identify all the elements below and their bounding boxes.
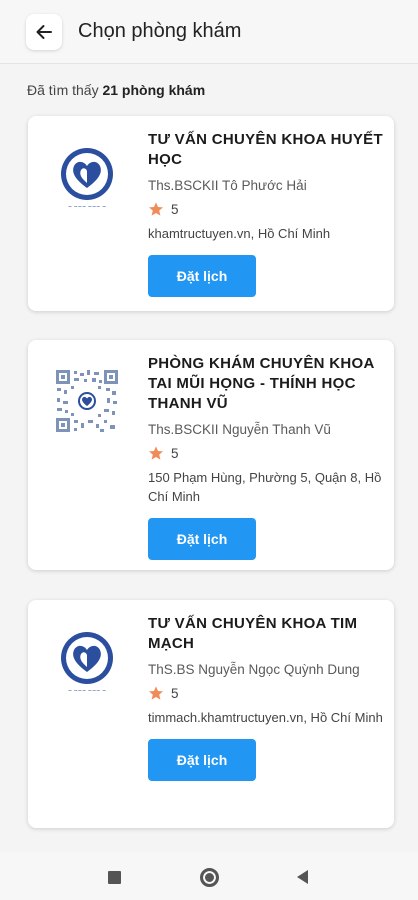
back-icon[interactable]	[297, 870, 308, 884]
clinic-card: ~ ~~~ ~~~ ~ TƯ VẤN CHUYÊN KHOA HUYẾT HỌC…	[28, 116, 394, 311]
page-title: Chọn phòng khám	[78, 20, 242, 42]
results-count-value: 21 phòng khám	[102, 82, 206, 98]
star-icon	[149, 686, 163, 700]
heart-logo-icon: ~ ~~~ ~~~ ~	[61, 148, 113, 210]
doctor-name: ThS.BS Nguyễn Ngọc Quỳnh Dung	[148, 662, 360, 677]
rating-value: 5	[171, 201, 179, 217]
rating: 5	[148, 445, 384, 461]
clinic-address: khamtructuyen.vn, Hồ Chí Minh	[148, 226, 331, 241]
book-button[interactable]: Đặt lịch	[148, 739, 256, 781]
svg-text:~ ~~~ ~~~ ~: ~ ~~~ ~~~ ~	[68, 204, 106, 210]
clinic-name: TƯ VẤN CHUYÊN KHOA TIM MẠCH	[148, 615, 358, 652]
book-button[interactable]: Đặt lịch	[148, 518, 256, 560]
star-icon	[149, 202, 163, 216]
clinic-info: TƯ VẤN CHUYÊN KHOA TIM MẠCH ThS.BS Nguyễ…	[148, 614, 384, 781]
rating-value: 5	[171, 445, 179, 461]
svg-text:~ ~~~ ~~~ ~: ~ ~~~ ~~~ ~	[68, 688, 106, 694]
heart-logo-icon: ~ ~~~ ~~~ ~	[61, 632, 113, 694]
system-nav-bar	[0, 852, 418, 900]
clinic-card: ~ ~~~ ~~~ ~ TƯ VẤN CHUYÊN KHOA TIM MẠCH …	[28, 600, 394, 828]
rating: 5	[148, 685, 384, 701]
book-button[interactable]: Đặt lịch	[148, 255, 256, 297]
doctor-name: Ths.BSCKII Tô Phước Hải	[148, 178, 307, 193]
results-count-prefix: Đã tìm thấy	[27, 82, 103, 98]
rating: 5	[148, 201, 384, 217]
clinic-address: timmach.khamtructuyen.vn, Hồ Chí Minh	[148, 710, 383, 725]
clinic-info: PHÒNG KHÁM CHUYÊN KHOA TAI MŨI HỌNG - TH…	[148, 354, 384, 560]
recent-apps-icon[interactable]	[108, 871, 121, 884]
clinic-name: TƯ VẤN CHUYÊN KHOA HUYẾT HỌC	[148, 131, 383, 168]
clinic-card: PHÒNG KHÁM CHUYÊN KHOA TAI MŨI HỌNG - TH…	[28, 340, 394, 570]
back-button[interactable]	[26, 13, 62, 50]
star-icon	[149, 446, 163, 460]
home-icon[interactable]	[200, 868, 219, 887]
doctor-name: Ths.BSCKII Nguyễn Thanh Vũ	[148, 422, 331, 437]
app-bar: Chọn phòng khám	[0, 0, 418, 64]
rating-value: 5	[171, 685, 179, 701]
clinic-name: PHÒNG KHÁM CHUYÊN KHOA TAI MŨI HỌNG - TH…	[148, 355, 375, 412]
clinic-address: 150 Phạm Hùng, Phường 5, Quận 8, Hồ Chí …	[148, 470, 382, 504]
arrow-left-icon	[36, 24, 52, 39]
qr-code-logo-icon	[54, 368, 120, 434]
clinic-info: TƯ VẤN CHUYÊN KHOA HUYẾT HỌC Ths.BSCKII …	[148, 130, 384, 297]
results-count: Đã tìm thấy 21 phòng khám	[27, 82, 205, 98]
